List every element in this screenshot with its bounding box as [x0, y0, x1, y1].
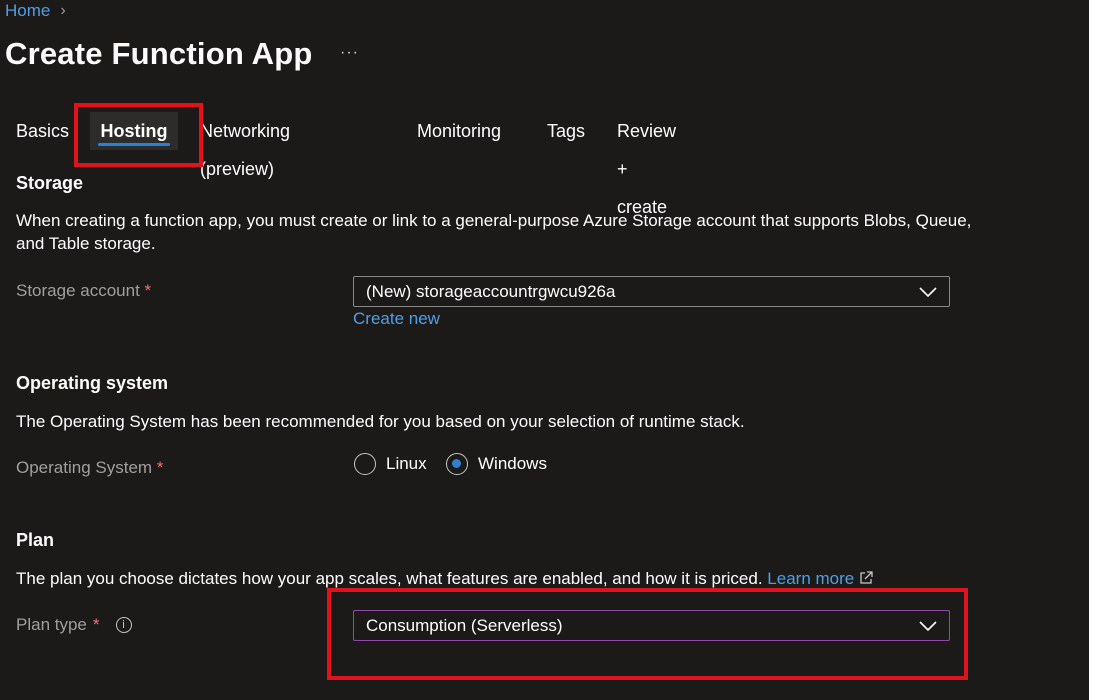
breadcrumb: Home › [5, 1, 66, 21]
required-asterisk: * [156, 458, 164, 477]
storage-account-label-text: Storage account [16, 281, 140, 300]
learn-more-link[interactable]: Learn more [767, 569, 873, 588]
tab-label: Networking (preview) [200, 121, 291, 179]
chevron-down-icon [919, 287, 937, 298]
tab-tags[interactable]: Tags [547, 112, 585, 150]
tab-label: Tags [547, 121, 586, 141]
breadcrumb-home-link[interactable]: Home [5, 1, 50, 21]
required-asterisk: * [144, 281, 152, 300]
storage-account-dropdown[interactable]: (New) storageaccountrgwcu926a [353, 276, 950, 307]
os-radio-linux[interactable]: Linux [354, 453, 427, 475]
tab-basics[interactable]: Basics [16, 112, 69, 150]
os-radio-windows[interactable]: Windows [446, 453, 547, 475]
tab-review-create[interactable]: Review + create [617, 112, 676, 217]
hosting-tab-highlight-box [74, 103, 203, 167]
external-link-icon [860, 571, 873, 584]
right-edge-strip [1089, 0, 1093, 700]
tab-monitoring[interactable]: Monitoring [417, 112, 501, 150]
tab-label: Basics [16, 121, 70, 141]
plan-type-label-text: Plan type [16, 615, 87, 634]
os-label-text: Operating System [16, 458, 153, 477]
page-title: Create Function App [5, 36, 313, 71]
os-label: Operating System * [16, 458, 163, 478]
chevron-right-icon: › [60, 2, 66, 19]
plan-description: The plan you choose dictates how your ap… [16, 569, 763, 588]
plan-type-highlight-box [327, 588, 968, 680]
storage-account-value: (New) storageaccountrgwcu926a [366, 282, 616, 301]
learn-more-text: Learn more [767, 569, 855, 588]
more-options-icon[interactable]: ··· [340, 44, 359, 62]
plan-heading: Plan [16, 530, 55, 550]
plan-description-line: The plan you choose dictates how your ap… [16, 567, 873, 590]
info-icon[interactable]: i [115, 617, 132, 633]
tab-label: Review + create [617, 121, 677, 217]
plan-type-label: Plan type * i [16, 615, 132, 635]
storage-description: When creating a function app, you must c… [16, 211, 972, 253]
required-asterisk: * [92, 615, 100, 634]
create-new-storage-link[interactable]: Create new [353, 309, 440, 329]
os-option-label: Linux [386, 454, 427, 473]
tab-label: Monitoring [417, 121, 502, 141]
radio-checked-icon[interactable] [446, 453, 468, 475]
storage-account-label: Storage account * [16, 281, 151, 301]
os-option-label: Windows [478, 454, 547, 473]
os-description: The Operating System has been recommende… [16, 412, 745, 431]
storage-heading: Storage [16, 173, 84, 193]
tab-networking[interactable]: Networking (preview) [200, 112, 290, 179]
os-heading: Operating system [16, 373, 169, 393]
radio-unchecked-icon[interactable] [354, 453, 376, 475]
